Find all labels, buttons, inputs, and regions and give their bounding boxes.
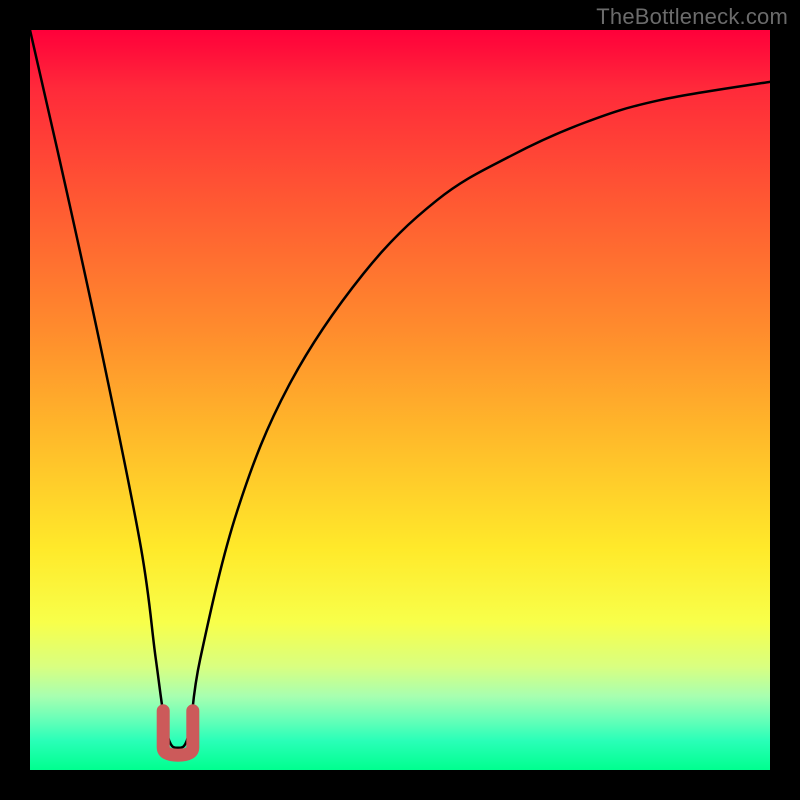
curve-svg [30, 30, 770, 770]
chart-frame: TheBottleneck.com [0, 0, 800, 800]
plot-area [30, 30, 770, 770]
watermark-text: TheBottleneck.com [596, 4, 788, 30]
bottleneck-curve-path [30, 30, 770, 748]
